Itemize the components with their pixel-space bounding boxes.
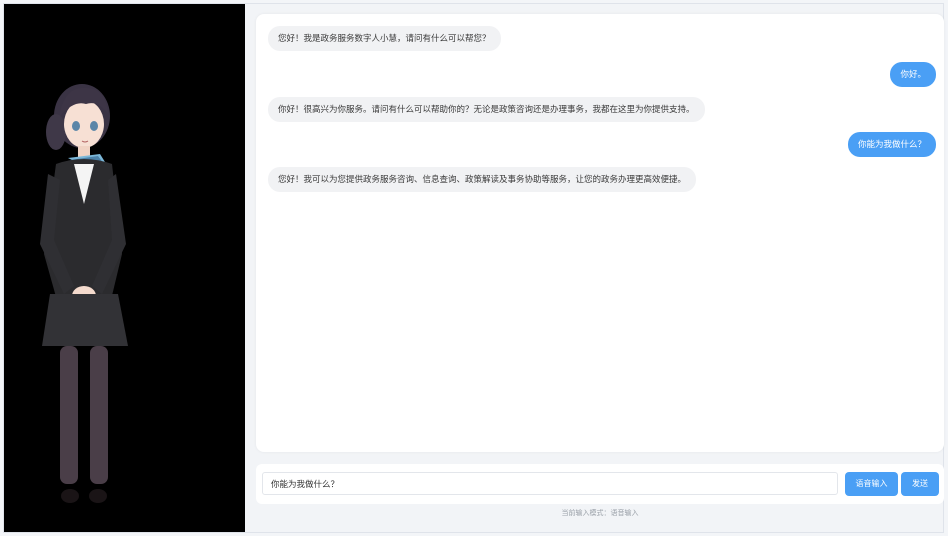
input-bar: 语音输入 发送 bbox=[256, 464, 944, 504]
user-message: 你好。 bbox=[890, 62, 936, 87]
digital-human-avatar bbox=[40, 84, 128, 503]
send-button[interactable]: 发送 bbox=[901, 472, 939, 496]
input-mode-status: 当前输入模式：语音输入 bbox=[561, 510, 639, 517]
bot-message: 您好！我是政务服务数字人小慧，请问有什么可以帮您？ bbox=[268, 26, 501, 51]
user-message: 你能为我做什么？ bbox=[847, 132, 936, 157]
message-input[interactable] bbox=[262, 472, 838, 495]
chat-history[interactable]: 您好！我是政务服务数字人小慧，请问有什么可以帮您？ 你好。 你好！很高兴为你服务… bbox=[256, 14, 944, 452]
bot-message: 你好！很高兴为你服务。请问有什么可以帮助你的？无论是政策咨询还是办理事务，我都在… bbox=[268, 97, 705, 122]
voice-input-button[interactable]: 语音输入 bbox=[845, 472, 898, 496]
bot-message: 您好！我可以为您提供政务服务咨询、信息查询、政策解读及事务协助等服务，让您的政务… bbox=[268, 167, 697, 192]
avatar-panel bbox=[4, 4, 245, 532]
